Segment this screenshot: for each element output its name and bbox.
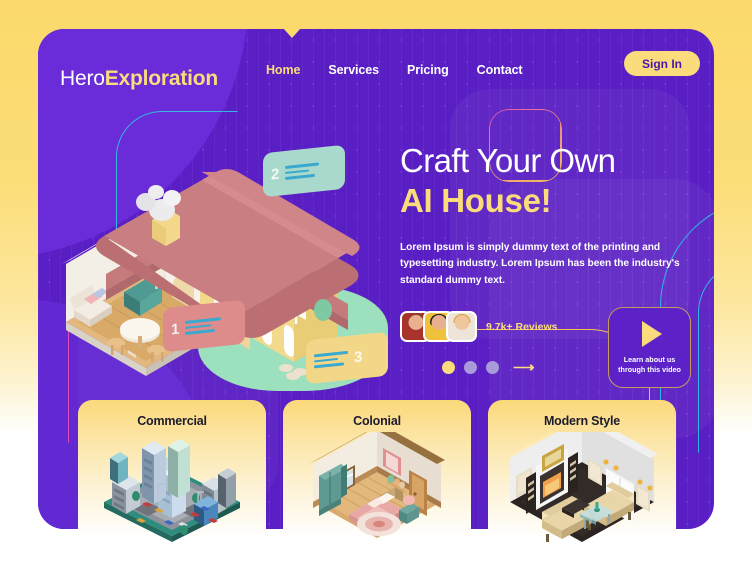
- brand-part-1: Hero: [60, 67, 105, 90]
- card-title: Colonial: [353, 414, 401, 428]
- carousel-dot-2[interactable]: [464, 361, 477, 374]
- brand-logo[interactable]: HeroExploration: [60, 67, 218, 91]
- tooltip-number: 1: [171, 320, 180, 338]
- hero-headline-line-2: AI House!: [400, 182, 552, 220]
- hero-copy: Craft Your Own AI House! Lorem Ipsum is …: [400, 141, 700, 289]
- reviewer-avatars: [400, 311, 477, 342]
- hero-paragraph: Lorem Ipsum is simply dummy text of the …: [400, 241, 680, 286]
- landing-page-screenshot: HeroExploration Home Services Pricing Co…: [0, 0, 752, 564]
- tooltip-bars-icon: [185, 317, 222, 335]
- watch-video-label: Learn about us through this video: [618, 354, 681, 374]
- brand-part-2: Exploration: [104, 67, 219, 90]
- category-cards: Commercial Colonial Modern Style: [78, 400, 676, 550]
- house-tooltip-3[interactable]: 3: [306, 331, 388, 385]
- nav-item-home[interactable]: Home: [266, 63, 300, 77]
- hero-headline: Craft Your Own AI House!: [400, 141, 700, 222]
- carousel-dot-3[interactable]: [486, 361, 499, 374]
- panel-notch-icon: [283, 29, 301, 38]
- isometric-living-room-icon: [488, 414, 676, 550]
- avatar: [446, 311, 477, 342]
- tooltip-bars-icon: [314, 351, 348, 369]
- isometric-city-skyscrapers-icon: [78, 432, 266, 550]
- carousel-dot-1[interactable]: [442, 361, 455, 374]
- nav-item-services[interactable]: Services: [328, 63, 379, 77]
- nav-item-pricing[interactable]: Pricing: [407, 63, 449, 77]
- card-title: Commercial: [137, 414, 207, 428]
- house-tooltip-2[interactable]: 2: [263, 144, 345, 198]
- sign-in-button[interactable]: Sign In: [624, 51, 700, 76]
- tooltip-bars-icon: [285, 162, 320, 180]
- category-card-modern-style[interactable]: Modern Style: [488, 400, 676, 550]
- nav-links: Home Services Pricing Contact: [266, 63, 523, 77]
- carousel-pagination: ⟶: [442, 360, 535, 375]
- hero-headline-line-1: Craft Your Own: [400, 142, 616, 179]
- tooltip-number: 2: [271, 165, 280, 183]
- tooltip-number: 3: [354, 347, 363, 366]
- nav-item-contact[interactable]: Contact: [477, 63, 523, 77]
- play-icon: [641, 320, 662, 347]
- watch-video-button[interactable]: Learn about us through this video: [608, 307, 691, 388]
- isometric-bedroom-icon: [283, 424, 471, 550]
- hero-illustration: 1 2 3: [48, 114, 388, 414]
- reviews-block: 9.7k+ Reviews: [400, 311, 558, 342]
- card-title: Modern Style: [543, 414, 621, 428]
- house-tooltip-1[interactable]: 1: [163, 299, 245, 353]
- category-card-colonial[interactable]: Colonial: [283, 400, 471, 550]
- navbar: HeroExploration Home Services Pricing Co…: [38, 29, 714, 95]
- reviews-count-label: 9.7k+ Reviews: [486, 320, 558, 333]
- arrow-right-icon[interactable]: ⟶: [513, 360, 535, 375]
- category-card-commercial[interactable]: Commercial: [78, 400, 266, 550]
